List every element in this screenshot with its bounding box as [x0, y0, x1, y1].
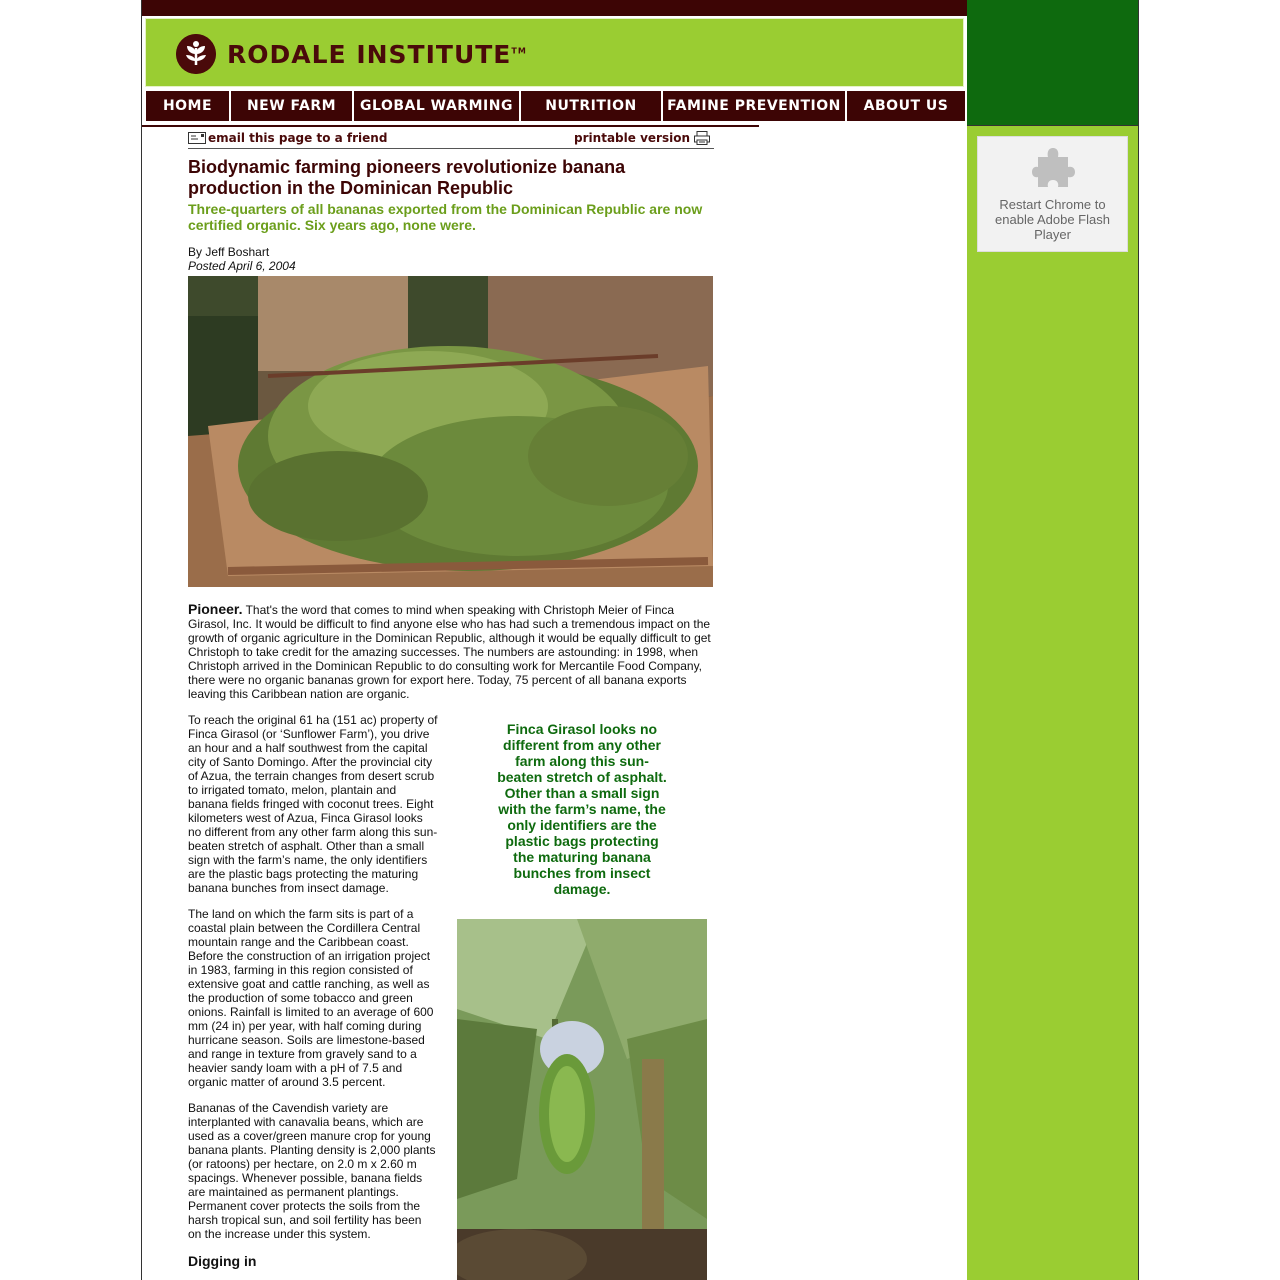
right-sidebar: Restart Chrome to enable Adobe Flash Pla… [967, 0, 1138, 1280]
print-link-label: printable version [574, 131, 690, 145]
nav-divider [142, 125, 759, 127]
utility-bar: email this page to a friend printable ve… [188, 128, 714, 149]
nav-famine-prevention[interactable]: FAMINE PREVENTION [662, 90, 846, 122]
body-paragraph: The land on which the farm sits is part … [188, 907, 434, 1089]
article-title: Biodynamic farming pioneers revolutioniz… [188, 157, 626, 198]
body-columns: To reach the original 61 ha (151 ac) pro… [188, 713, 714, 1280]
banana-plant-photo [457, 919, 707, 1280]
email-link[interactable]: email this page to a friend [188, 131, 387, 145]
body-paragraph: To reach the original 61 ha (151 ac) pro… [188, 713, 438, 895]
main-nav: HOME NEW FARM GLOBAL WARMING NUTRITION F… [145, 90, 966, 122]
article-byline: By Jeff Boshart [188, 245, 270, 259]
body-text-column: To reach the original 61 ha (151 ac) pro… [188, 713, 438, 1269]
sprout-logo-icon [176, 34, 216, 74]
article-date: Posted April 6, 2004 [188, 259, 296, 273]
top-bar [142, 0, 967, 16]
nav-global-warming[interactable]: GLOBAL WARMING [353, 90, 520, 122]
nav-about-us[interactable]: ABOUT US [846, 90, 966, 122]
nav-new-farm[interactable]: NEW FARM [230, 90, 353, 122]
body-paragraph: Bananas of the Cavendish variety are int… [188, 1101, 436, 1241]
printer-icon [694, 131, 710, 145]
flash-message: Restart Chrome to enable Adobe Flash Pla… [995, 197, 1110, 242]
print-link[interactable]: printable version [574, 131, 710, 145]
site-banner[interactable]: RODALE INSTITUTETM [145, 18, 964, 87]
article-deck: Three-quarters of all bananas exported f… [188, 201, 703, 233]
sidebar-header-block [967, 0, 1138, 126]
article-content: email this page to a friend printable ve… [188, 128, 714, 1280]
page-frame: RODALE INSTITUTETM HOME NEW FARM GLOBAL … [141, 0, 1139, 1280]
email-link-label: email this page to a friend [208, 131, 388, 145]
envelope-icon [188, 132, 206, 144]
banana-cart-photo [188, 276, 713, 587]
pull-quote: Finca Girasol looks no different from an… [497, 721, 667, 897]
lead-paragraph: Pioneer. That's the word that comes to m… [188, 601, 711, 701]
nav-home[interactable]: HOME [145, 90, 230, 122]
nav-nutrition[interactable]: NUTRITION [520, 90, 662, 122]
section-heading: Digging in [188, 1253, 257, 1269]
puzzle-piece-icon [1031, 148, 1075, 187]
site-logo-text: RODALE INSTITUTETM [227, 40, 527, 69]
flash-plugin-placeholder[interactable]: Restart Chrome to enable Adobe Flash Pla… [977, 136, 1128, 252]
